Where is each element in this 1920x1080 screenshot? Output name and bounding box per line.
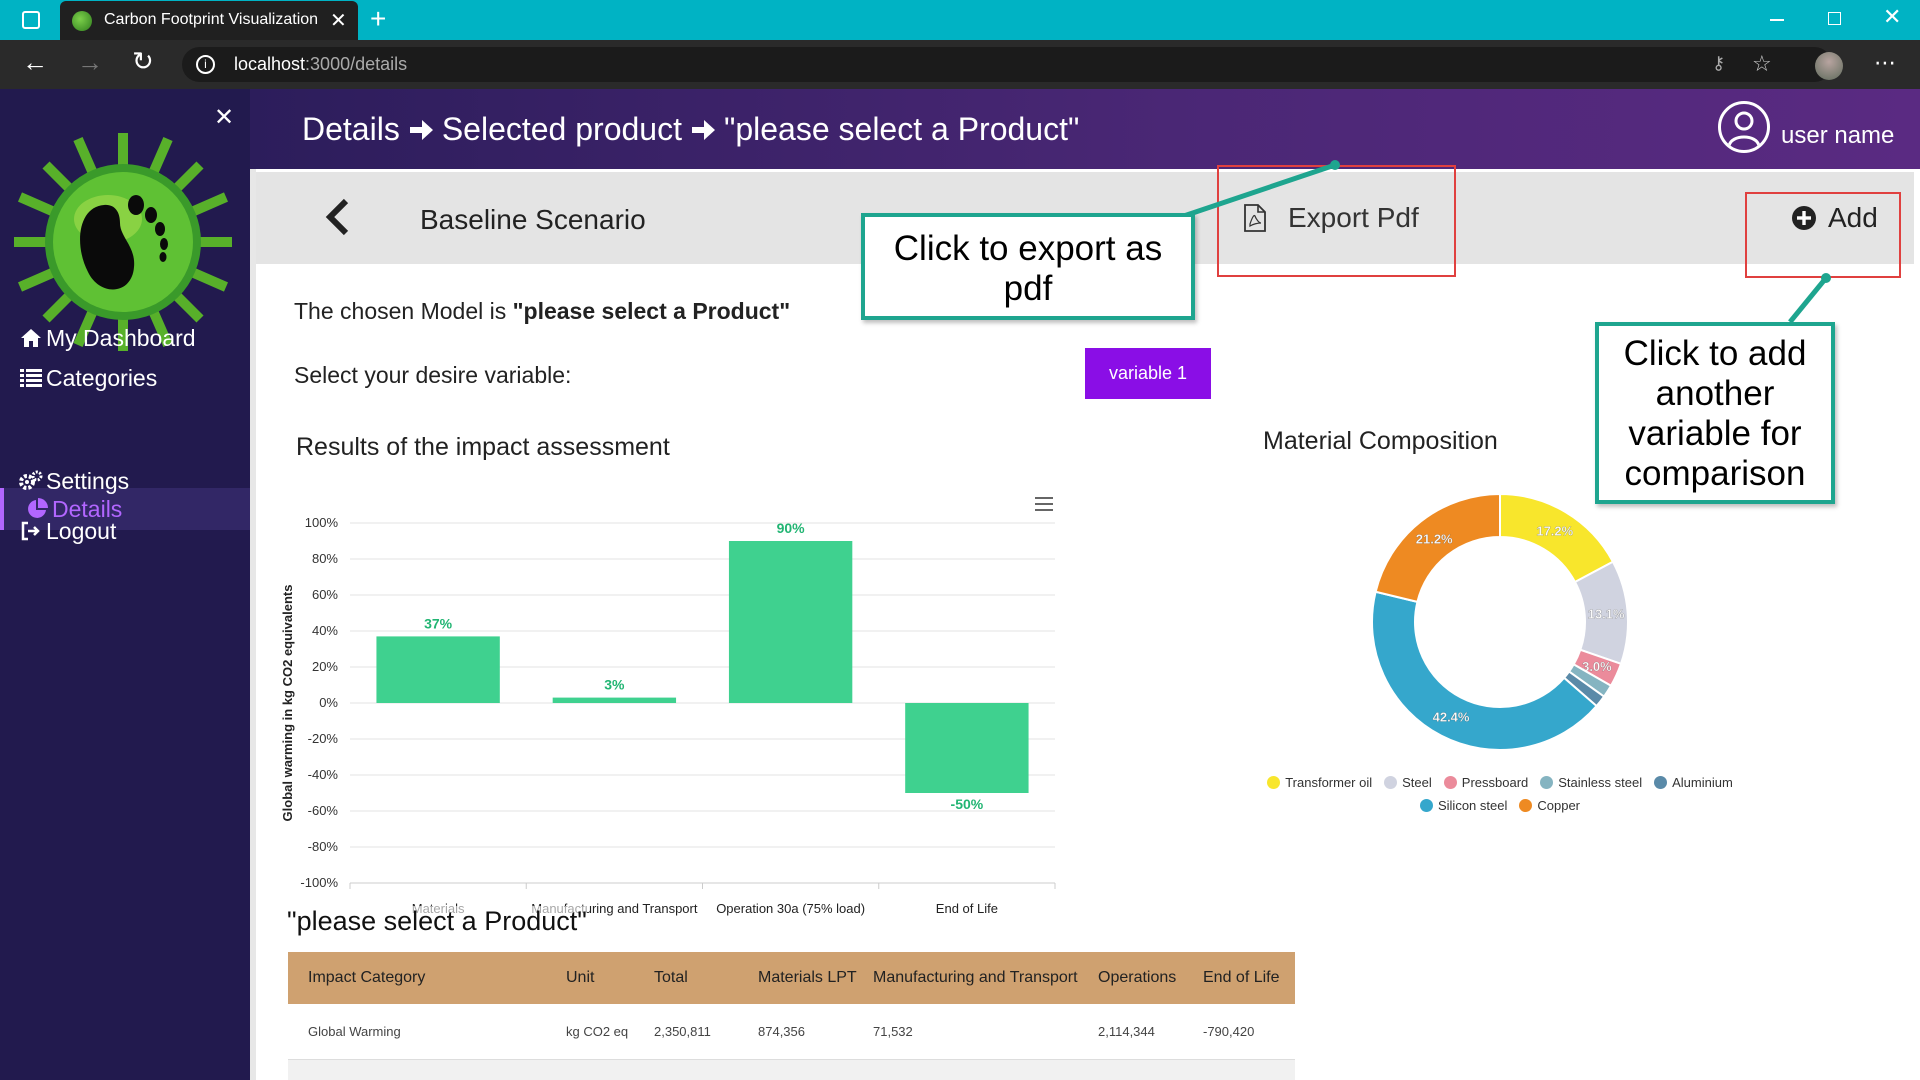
legend-item[interactable]: Pressboard xyxy=(1443,772,1529,793)
bar xyxy=(376,636,500,703)
export-callout: Click to export as pdf xyxy=(861,213,1195,320)
legend-item[interactable]: Silicon steel xyxy=(1419,795,1508,816)
material-donut-chart: 17.2%13.1%3.0%42.4%21.2% xyxy=(1371,492,1629,751)
slice-label: 42.4% xyxy=(1433,710,1470,725)
legend-label: Copper xyxy=(1537,798,1580,813)
legend-swatch xyxy=(1443,776,1457,789)
y-tick-label: -20% xyxy=(308,731,339,746)
legend-swatch xyxy=(1654,776,1668,789)
x-tick-label: End of Life xyxy=(936,901,998,916)
bar xyxy=(728,541,853,703)
donut-chart-title: Material Composition xyxy=(1263,427,1498,455)
y-tick-label: 40% xyxy=(312,623,338,638)
table-header-cell[interactable]: Operations xyxy=(1090,952,1195,1004)
chosen-model-text: The chosen Model is "please select a Pro… xyxy=(294,298,790,325)
bar-data-label: 37% xyxy=(424,615,453,631)
y-tick-label: 80% xyxy=(312,551,338,566)
slice-label: 21.2% xyxy=(1416,531,1453,546)
y-tick-label: 0% xyxy=(319,695,338,710)
table-cell: 874,356 xyxy=(750,1004,865,1060)
y-tick-label: -80% xyxy=(308,839,339,854)
donut-slice xyxy=(1374,492,1501,604)
variable-prompt: Select your desire variable: xyxy=(294,362,572,388)
impact-table: Impact Category Unit Total Materials LPT Man… xyxy=(288,952,1295,1060)
bar-data-label: 3% xyxy=(604,677,625,693)
add-callout: Click to add another variable for compar… xyxy=(1595,322,1835,504)
table-cell: kg CO2 eq xyxy=(546,1004,646,1060)
legend-label: Silicon steel xyxy=(1437,798,1508,813)
table-header-cell[interactable]: Impact Category xyxy=(288,952,546,1004)
donut-legend: Transformer oil Steel Pressboard Stainless … xyxy=(1240,772,1760,818)
legend-item[interactable]: Transformer oil xyxy=(1267,772,1372,793)
x-tick-label: Operation 30a (75% load) xyxy=(716,901,865,916)
table-header-cell[interactable]: Materials LPT xyxy=(750,952,865,1004)
table-cell: 2,114,344 xyxy=(1090,1004,1195,1060)
bar xyxy=(552,697,677,703)
slice-label: 17.2% xyxy=(1536,524,1573,539)
legend-item[interactable]: Copper xyxy=(1519,795,1580,816)
table-cell: Global Warming xyxy=(288,1004,546,1060)
table-cell: 2,350,811 xyxy=(646,1004,750,1060)
y-tick-label: 20% xyxy=(312,659,338,674)
legend-label: Transformer oil xyxy=(1285,775,1373,790)
table-title: "please select a Product" xyxy=(287,906,587,937)
legend-swatch xyxy=(1519,799,1533,812)
y-tick-label: -60% xyxy=(308,803,339,818)
bar-data-label: -50% xyxy=(951,796,984,812)
table-header-cell[interactable]: Manufacturing and Transport xyxy=(865,952,1090,1004)
variable-1-button[interactable]: variable 1 xyxy=(1085,348,1211,399)
table-header-row: Impact Category Unit Total Materials LPT Man… xyxy=(288,952,1295,1004)
y-tick-label: -40% xyxy=(308,767,339,782)
legend-item[interactable]: Stainless steel xyxy=(1540,772,1642,793)
bar-chart-title: Results of the impact assessment xyxy=(296,433,670,461)
bar-data-label: 90% xyxy=(777,520,806,536)
bar xyxy=(905,703,1029,793)
table-row[interactable]: Global Warming kg CO2 eq 2,350,811 874,356 7… xyxy=(288,1004,1295,1060)
table-header-cell[interactable]: Unit xyxy=(546,952,646,1004)
legend-swatch xyxy=(1419,799,1433,812)
legend-swatch xyxy=(1540,776,1554,789)
table-header-cell[interactable]: Total xyxy=(646,952,750,1004)
model-value: "please select a Product" xyxy=(512,298,791,324)
donut-slice xyxy=(1371,590,1598,751)
legend-label: Steel xyxy=(1402,775,1432,790)
y-tick-label: -100% xyxy=(300,875,338,890)
legend-label: Aluminium xyxy=(1672,775,1733,790)
table-cell: 71,532 xyxy=(865,1004,1090,1060)
legend-label: Pressboard xyxy=(1461,775,1529,790)
legend-label: Stainless steel xyxy=(1558,775,1643,790)
impact-table-container: Impact Category Unit Total Materials LPT Man… xyxy=(288,952,1295,1080)
slice-label: 13.1% xyxy=(1588,607,1625,622)
legend-item[interactable]: Steel xyxy=(1384,772,1432,793)
y-axis-label: Global warming in kg CO2 equivalents xyxy=(280,585,295,822)
table-body: Global Warming kg CO2 eq 2,350,811 874,356 7… xyxy=(288,1004,1295,1060)
table-cell: -790,420 xyxy=(1195,1004,1295,1060)
legend-swatch xyxy=(1384,776,1398,789)
table-header-cell[interactable]: End of Life xyxy=(1195,952,1295,1004)
y-tick-label: 60% xyxy=(312,587,338,602)
y-tick-label: 100% xyxy=(305,515,339,530)
model-prefix: The chosen Model is xyxy=(294,298,513,324)
legend-swatch xyxy=(1267,776,1281,789)
impact-bar-chart: 100% 80% 60% 40% 20% 0% -20% -40% -60% -80% -100% G… xyxy=(280,515,1056,916)
legend-item[interactable]: Aluminium xyxy=(1654,772,1733,793)
